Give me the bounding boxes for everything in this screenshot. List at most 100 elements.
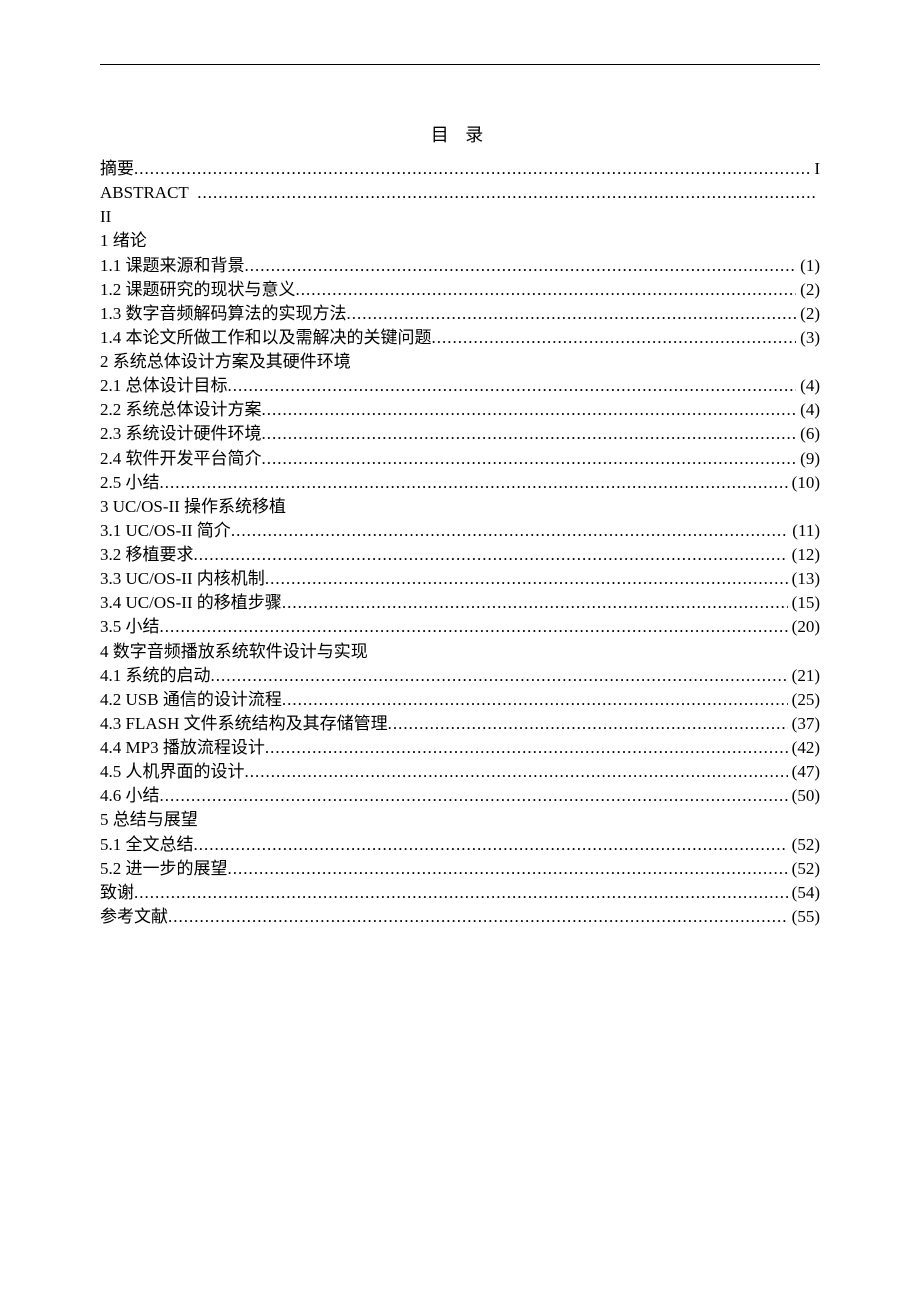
toc-entry-page: (11): [788, 519, 820, 543]
toc-entry-label: 2.3 系统设计硬件环境: [100, 422, 262, 446]
toc-entry: 参考文献 (55): [100, 905, 820, 929]
toc-entry: 致谢 (54): [100, 881, 820, 905]
toc-leader-dots: [134, 157, 810, 181]
toc-entry-label: 2.4 软件开发平台简介: [100, 447, 262, 471]
toc-leader-dots: [160, 784, 788, 808]
toc-entry-label: 3.5 小结: [100, 615, 160, 639]
toc-entry: 3.5 小结 (20): [100, 615, 820, 639]
document-page: 目 录 摘要IABSTRACT II1 绪论1.1 课题来源和背景 (1)1.2…: [0, 0, 920, 1302]
toc-entry-label: 1.2 课题研究的现状与意义: [100, 278, 296, 302]
toc-entry-label: 4.6 小结: [100, 784, 160, 808]
toc-leader-dots: [197, 181, 816, 205]
toc-entry-page: (54): [788, 881, 820, 905]
toc-entry: 4.3 FLASH 文件系统结构及其存储管理 (37): [100, 712, 820, 736]
toc-entry-label: 致谢: [100, 881, 134, 905]
toc-entry: 5.2 进一步的展望 (52): [100, 857, 820, 881]
toc-entry: 1.4 本论文所做工作和以及需解决的关键问题 (3): [100, 326, 820, 350]
toc-entry-label: 4.2 USB 通信的设计流程: [100, 688, 282, 712]
toc-entry-page: (37): [788, 712, 820, 736]
toc-entry-page: (4): [796, 398, 820, 422]
toc-entry-page: (3): [796, 326, 820, 350]
toc-entry-page: (4): [796, 374, 820, 398]
toc-leader-dots: [228, 374, 797, 398]
toc-entry: 3.1 UC/OS-II 简介 (11): [100, 519, 820, 543]
toc-entry-page: I: [810, 157, 820, 181]
toc-entry-page: (12): [788, 543, 820, 567]
toc-entry-page: (25): [788, 688, 820, 712]
toc-heading: II: [100, 205, 820, 229]
toc-heading: 5 总结与展望: [100, 808, 820, 832]
toc-entry-page: (50): [788, 784, 820, 808]
toc-entry-page: (15): [788, 591, 820, 615]
toc-entry: 3.3 UC/OS-II 内核机制 (13): [100, 567, 820, 591]
toc-leader-dots: [160, 471, 788, 495]
toc-entry: 5.1 全文总结(52): [100, 833, 820, 857]
toc-entry-page: (2): [796, 302, 820, 326]
toc-entry-page: (21): [788, 664, 820, 688]
toc-entry-label: 4.3 FLASH 文件系统结构及其存储管理: [100, 712, 388, 736]
toc-entry: 4.1 系统的启动 (21): [100, 664, 820, 688]
toc-leader-dots: [432, 326, 797, 350]
toc-leader-dots: [262, 398, 797, 422]
toc-entry: 4.6 小结 (50): [100, 784, 820, 808]
toc-entry-page: (52): [788, 857, 820, 881]
toc-entry-label: 4.5 人机界面的设计: [100, 760, 245, 784]
toc-leader-dots: [245, 760, 788, 784]
toc-entry-page: (13): [788, 567, 820, 591]
toc-entry-label: 参考文献: [100, 905, 168, 929]
toc-entry: 4.5 人机界面的设计 (47): [100, 760, 820, 784]
toc-leader-dots: [262, 447, 797, 471]
toc-entry-label: 4.1 系统的启动: [100, 664, 211, 688]
toc-entry-page: (10): [788, 471, 820, 495]
toc-leader-dots: [168, 905, 788, 929]
toc-entry-page: (47): [788, 760, 820, 784]
toc-entry-label: 3.2 移植要求: [100, 543, 194, 567]
toc-entry-label: 摘要: [100, 157, 134, 181]
toc-entry-page: (55): [788, 905, 820, 929]
toc-entry-label: 2.5 小结: [100, 471, 160, 495]
toc-entry-page: (1): [796, 254, 820, 278]
toc-heading: 1 绪论: [100, 229, 820, 253]
toc-leader-dots: [282, 688, 788, 712]
toc-entry-label: ABSTRACT: [100, 181, 197, 205]
toc-entry-label: 1.3 数字音频解码算法的实现方法: [100, 302, 347, 326]
toc-heading: 2 系统总体设计方案及其硬件环境: [100, 350, 820, 374]
toc-entry-page: (20): [788, 615, 820, 639]
toc-leader-dots: [265, 567, 788, 591]
toc-entry-label: 1.4 本论文所做工作和以及需解决的关键问题: [100, 326, 432, 350]
toc-entry: 2.3 系统设计硬件环境 (6): [100, 422, 820, 446]
toc-entry-page: (2): [796, 278, 820, 302]
toc-entry: 2.1 总体设计目标 (4): [100, 374, 820, 398]
toc-leader-dots: [231, 519, 788, 543]
toc-entry-label: 3.4 UC/OS-II 的移植步骤: [100, 591, 282, 615]
toc-leader-dots: [194, 543, 788, 567]
toc-leader-dots: [347, 302, 797, 326]
toc-entry: ABSTRACT: [100, 181, 820, 205]
toc-entry: 1.2 课题研究的现状与意义 (2): [100, 278, 820, 302]
toc-entry-label: 2.1 总体设计目标: [100, 374, 228, 398]
toc-entry-label: 5.1 全文总结: [100, 833, 194, 857]
toc-entry: 1.3 数字音频解码算法的实现方法 (2): [100, 302, 820, 326]
toc-leader-dots: [228, 857, 788, 881]
toc-entry-label: 5.2 进一步的展望: [100, 857, 228, 881]
toc-entry: 3.4 UC/OS-II 的移植步骤 (15): [100, 591, 820, 615]
toc-leader-dots: [388, 712, 788, 736]
toc-title: 目 录: [100, 121, 820, 147]
toc-entry-page: (6): [796, 422, 820, 446]
toc-entry: 3.2 移植要求 (12): [100, 543, 820, 567]
toc-entry-page: (9): [796, 447, 820, 471]
toc-entry-label: 1.1 课题来源和背景: [100, 254, 245, 278]
header-rule: [100, 64, 820, 65]
toc-leader-dots: [134, 881, 788, 905]
toc-entry-page: (42): [788, 736, 820, 760]
toc-entry: 4.4 MP3 播放流程设计 (42): [100, 736, 820, 760]
toc-leader-dots: [282, 591, 788, 615]
toc-heading: 4 数字音频播放系统软件设计与实现: [100, 640, 820, 664]
toc-leader-dots: [211, 664, 788, 688]
toc-entry-label: 3.1 UC/OS-II 简介: [100, 519, 231, 543]
toc-leader-dots: [296, 278, 797, 302]
toc-leader-dots: [262, 422, 797, 446]
toc-entry: 2.5 小结 (10): [100, 471, 820, 495]
toc-entry-label: 4.4 MP3 播放流程设计: [100, 736, 265, 760]
toc-leader-dots: [245, 254, 797, 278]
